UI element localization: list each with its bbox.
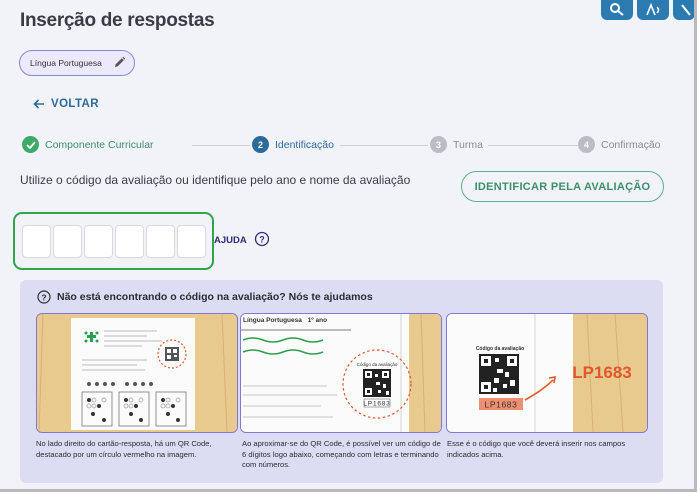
- step-label: Turma: [453, 138, 483, 151]
- tools-button[interactable]: [673, 0, 694, 20]
- code-digit-input[interactable]: [146, 225, 175, 258]
- check-icon: [22, 136, 39, 153]
- step-label: Identificação: [275, 138, 334, 151]
- identify-by-assessment-button[interactable]: IDENTIFICAR PELA AVALIAÇÃO: [461, 171, 664, 202]
- question-circle-icon: ?: [37, 290, 51, 304]
- highlighted-code-text: LP1683: [485, 400, 518, 410]
- step-number: 4: [578, 136, 595, 153]
- step-connector: [488, 145, 578, 146]
- accessibility-button[interactable]: [637, 0, 669, 20]
- panel2-heading: Língua Portuguesa: [243, 317, 302, 324]
- back-button[interactable]: VOLTAR: [33, 98, 99, 110]
- step-connector: [192, 145, 250, 146]
- svg-text:?: ?: [259, 235, 265, 245]
- step-label: Confirmação: [601, 138, 661, 151]
- step-confirmacao: 4 Confirmação: [578, 136, 661, 153]
- code-digit-input[interactable]: [53, 225, 82, 258]
- code-digit-input[interactable]: [177, 225, 206, 258]
- search-icon: [610, 3, 624, 16]
- help-image-answer-sheet: [36, 313, 238, 433]
- svg-text:Língua Portuguesa 1º a: Língua Portuguesa 1º ano: [243, 317, 327, 324]
- app-window: Inserção de respostas Língua Portuguesa …: [0, 0, 697, 492]
- search-button[interactable]: [601, 0, 633, 20]
- back-label: VOLTAR: [51, 98, 99, 110]
- qr-caption: Código da avaliação: [357, 362, 398, 367]
- code-digit-input[interactable]: [115, 225, 144, 258]
- help-image-code-highlight: Código da avaliação LP1683 LP1683: [446, 313, 648, 433]
- panel2-grade: 1º ano: [308, 317, 327, 324]
- step-componente-curricular: Componente Curricular: [22, 136, 154, 153]
- tools-icon: [681, 4, 691, 16]
- help-caption: Esse é o código que você deverá inserir …: [447, 439, 626, 459]
- example-code-callout: LP1683: [572, 363, 632, 382]
- help-link[interactable]: AJUDA: [214, 235, 247, 246]
- stepper: Componente Curricular 2 Identificação 3 …: [22, 136, 662, 156]
- step-number: 3: [430, 136, 447, 153]
- page-title: Inserção de respostas: [20, 10, 215, 31]
- help-image-qr-zoom: Língua Portuguesa 1º ano Código da avali…: [240, 313, 442, 433]
- help-caption: No lado direito do cartão-resposta, há u…: [36, 439, 212, 459]
- step-turma: 3 Turma: [430, 136, 483, 153]
- help-icon[interactable]: ?: [254, 231, 270, 247]
- svg-text:?: ?: [41, 293, 46, 303]
- step-connector: [340, 145, 428, 146]
- instruction-text: Utilize o código da avaliação ou identif…: [20, 173, 411, 187]
- accessibility-icon: [646, 3, 660, 16]
- subject-chip[interactable]: Língua Portuguesa: [19, 50, 135, 76]
- help-box-title: Não está encontrando o código na avaliaç…: [57, 291, 373, 303]
- step-label: Componente Curricular: [45, 138, 154, 151]
- step-number: 2: [252, 136, 269, 153]
- qr-code-text: LP1683: [363, 401, 390, 408]
- code-digit-input[interactable]: [22, 225, 51, 258]
- arrow-left-icon: [33, 99, 44, 109]
- subject-chip-label: Língua Portuguesa: [30, 58, 102, 68]
- step-identificacao: 2 Identificação: [252, 136, 334, 153]
- help-box-header: ? Não está encontrando o código na avali…: [37, 290, 373, 304]
- qr-caption: Código da avaliação: [476, 346, 524, 352]
- help-caption: Ao aproximar-se do QR Code, é possível v…: [242, 439, 441, 469]
- pencil-icon[interactable]: [113, 56, 126, 69]
- code-digit-input[interactable]: [84, 225, 113, 258]
